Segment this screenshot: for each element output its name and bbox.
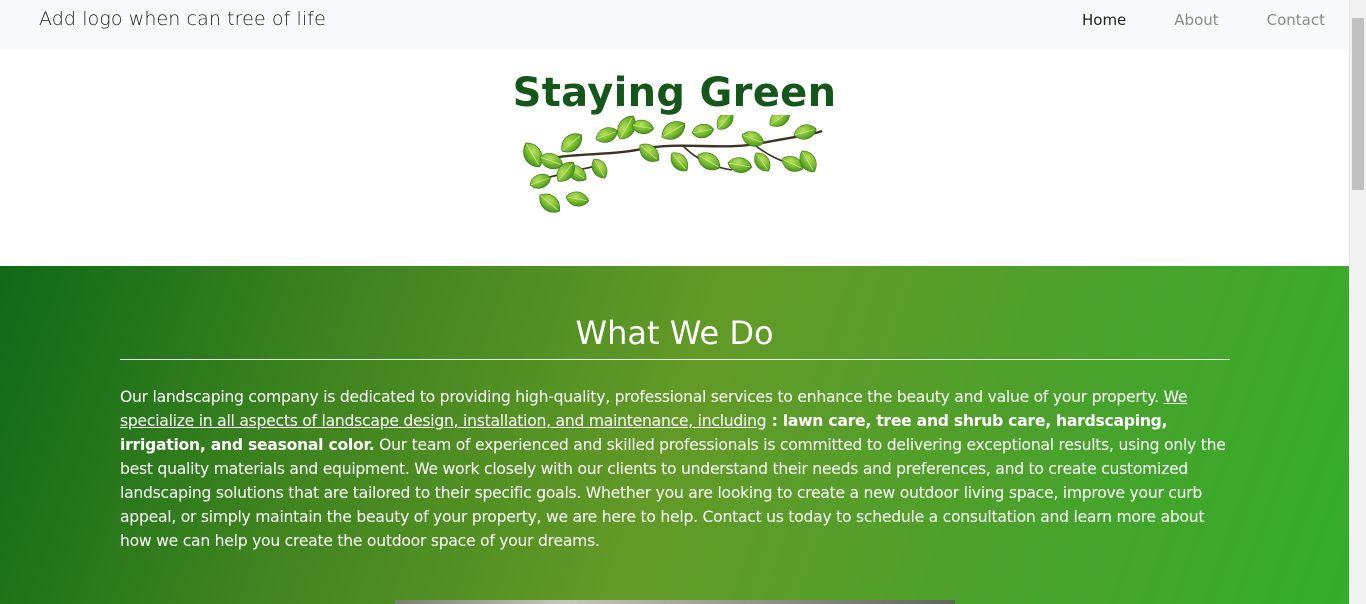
section-divider bbox=[120, 359, 1230, 360]
hero: Staying Green bbox=[0, 49, 1349, 266]
what-we-do-section: What We Do Our landscaping company is de… bbox=[0, 266, 1349, 604]
section-title: What We Do bbox=[575, 314, 774, 352]
hero-title: Staying Green bbox=[512, 70, 837, 116]
page: Add logo when can tree of life Home Abou… bbox=[0, 0, 1366, 604]
photo-image-edge bbox=[395, 600, 955, 604]
nav-links: Home About Contact bbox=[1034, 11, 1325, 29]
vine-image bbox=[522, 115, 823, 218]
nav-link-home[interactable]: Home bbox=[1082, 11, 1126, 29]
intro-text: Our landscaping company is dedicated to … bbox=[120, 388, 1164, 406]
nav-link-about[interactable]: About bbox=[1174, 11, 1218, 29]
section-body: Our landscaping company is dedicated to … bbox=[120, 385, 1230, 553]
scrollbar-thumb[interactable] bbox=[1352, 18, 1364, 190]
navbar-brand[interactable]: Add logo when can tree of life bbox=[39, 8, 326, 30]
vertical-scrollbar[interactable] bbox=[1349, 0, 1366, 604]
navbar: Add logo when can tree of life Home Abou… bbox=[0, 0, 1349, 49]
nav-link-contact[interactable]: Contact bbox=[1267, 11, 1325, 29]
